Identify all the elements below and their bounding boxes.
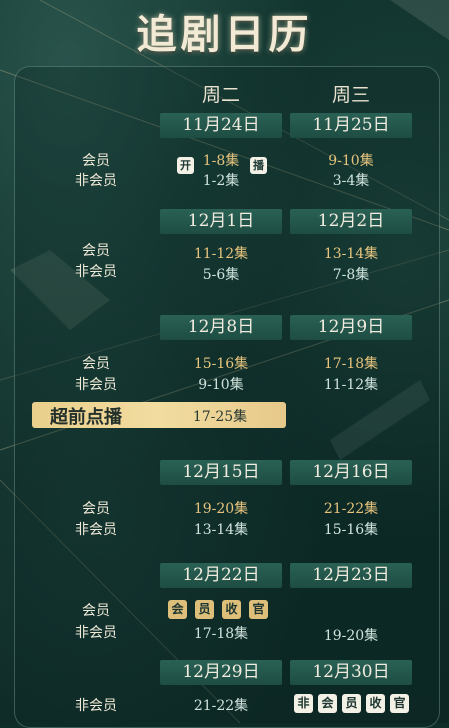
wednesday-nonmember-episodes: 15-16集 xyxy=(323,522,379,538)
tuesday-member-episodes: 19-20集 xyxy=(193,501,249,517)
member-label: 会员 xyxy=(82,501,110,517)
non-member-label: 非会员 xyxy=(75,173,117,189)
nonmember-finale-char: 员 xyxy=(342,694,361,713)
weekday-wednesday: 周三 xyxy=(331,84,370,106)
wednesday-member-episodes: 21-22集 xyxy=(323,501,379,517)
member-finale-char: 员 xyxy=(195,600,214,619)
non-member-label: 非会员 xyxy=(75,377,117,393)
nonmember-finale-char: 会 xyxy=(318,694,337,713)
wednesday-nonmember-episodes: 3-4集 xyxy=(332,173,370,189)
date-wednesday: 12月23日 xyxy=(290,563,412,588)
tuesday-nonmember-episodes: 5-6集 xyxy=(202,267,240,283)
tuesday-nonmember-episodes: 21-22集 xyxy=(193,698,249,714)
advance-on-demand-episodes: 17-25集 xyxy=(192,409,248,425)
tuesday-nonmember-episodes: 13-14集 xyxy=(193,522,249,538)
advance-on-demand-label: 超前点播 xyxy=(50,407,122,428)
weekday-tuesday: 周二 xyxy=(201,84,240,106)
member-label: 会员 xyxy=(82,153,110,169)
date-wednesday: 11月25日 xyxy=(290,113,412,138)
member-label: 会员 xyxy=(82,243,110,259)
nonmember-finale-char: 官 xyxy=(390,694,409,713)
member-label: 会员 xyxy=(82,603,110,619)
member-label: 会员 xyxy=(82,356,110,372)
date-tuesday: 12月22日 xyxy=(160,563,282,588)
date-wednesday: 12月30日 xyxy=(290,660,412,685)
date-tuesday: 12月1日 xyxy=(160,209,282,234)
member-finale-char: 收 xyxy=(222,600,241,619)
tuesday-nonmember-episodes: 9-10集 xyxy=(198,377,244,393)
date-tuesday: 12月8日 xyxy=(160,315,282,340)
wednesday-member-episodes: 13-14集 xyxy=(323,246,379,262)
non-member-label: 非会员 xyxy=(75,698,117,714)
wednesday-nonmember-episodes: 7-8集 xyxy=(332,267,370,283)
wednesday-member-episodes: 17-18集 xyxy=(323,356,379,372)
wednesday-nonmember-episodes: 19-20集 xyxy=(323,628,379,644)
nonmember-finale-char: 收 xyxy=(366,694,385,713)
tuesday-nonmember-episodes: 1-2集 xyxy=(202,173,240,189)
date-wednesday: 12月2日 xyxy=(290,209,412,234)
date-tuesday: 12月29日 xyxy=(160,660,282,685)
date-wednesday: 12月9日 xyxy=(290,315,412,340)
tuesday-nonmember-episodes: 17-18集 xyxy=(193,626,249,642)
date-tuesday: 11月24日 xyxy=(160,113,282,138)
non-member-label: 非会员 xyxy=(75,625,117,641)
member-finale-char: 会 xyxy=(168,600,187,619)
non-member-label: 非会员 xyxy=(75,264,117,280)
member-finale-char: 官 xyxy=(249,600,268,619)
nonmember-finale-char: 非 xyxy=(294,694,313,713)
tuesday-member-episodes: 11-12集 xyxy=(193,246,249,262)
wednesday-member-episodes: 9-10集 xyxy=(328,153,374,169)
wednesday-nonmember-episodes: 11-12集 xyxy=(323,377,379,393)
date-tuesday: 12月15日 xyxy=(160,460,282,485)
date-wednesday: 12月16日 xyxy=(290,460,412,485)
tuesday-member-episodes: 15-16集 xyxy=(193,356,249,372)
non-member-label: 非会员 xyxy=(75,522,117,538)
page-title: 追剧日历 xyxy=(136,11,313,58)
